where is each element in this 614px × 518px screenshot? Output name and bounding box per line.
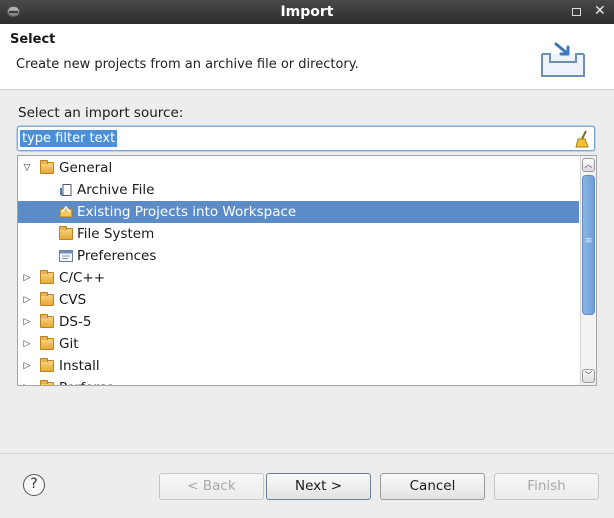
tree-item-cvs[interactable]: ▷ CVS: [18, 289, 579, 311]
preferences-icon: [59, 250, 73, 262]
button-bar-separator: [0, 453, 614, 454]
filter-selected-text: type filter text: [20, 130, 118, 147]
title-bar: Import ✕: [0, 0, 614, 24]
maximize-icon[interactable]: [572, 8, 581, 16]
cancel-button[interactable]: Cancel: [380, 473, 485, 500]
folder-icon: [40, 358, 54, 372]
scroll-up-icon[interactable]: ︿: [582, 158, 595, 172]
page-title: Select: [10, 32, 56, 47]
expand-arrow-icon[interactable]: ▷: [22, 355, 32, 377]
tree-item-general[interactable]: ▽ General: [18, 157, 579, 179]
tree-item-existing-projects[interactable]: Existing Projects into Workspace: [18, 201, 579, 223]
page-description: Create new projects from an archive file…: [16, 57, 359, 72]
finish-button[interactable]: Finish: [494, 473, 599, 500]
folder-icon: [40, 270, 54, 284]
help-icon[interactable]: ?: [23, 474, 45, 496]
back-button[interactable]: < Back: [159, 473, 264, 500]
tree-item-install[interactable]: ▷ Install: [18, 355, 579, 377]
folder-icon: [40, 336, 54, 350]
tree-item-archive-file[interactable]: Archive File: [18, 179, 579, 201]
import-source-tree[interactable]: ▽ General Archive File Existing Projects…: [17, 155, 597, 386]
tree-scrollbar[interactable]: ︿ ﹀: [580, 156, 596, 385]
scroll-thumb[interactable]: [582, 175, 595, 315]
expand-arrow-icon[interactable]: ▷: [22, 267, 32, 289]
tree-item-cpp[interactable]: ▷ C/C++: [18, 267, 579, 289]
folder-icon: [40, 292, 54, 306]
folder-open-icon: [40, 160, 54, 174]
tree-item-ds5[interactable]: ▷ DS-5: [18, 311, 579, 333]
folder-icon: [40, 380, 54, 385]
scroll-down-icon[interactable]: ﹀: [582, 369, 595, 383]
import-source-label: Select an import source:: [18, 105, 184, 121]
expand-arrow-icon[interactable]: ▷: [22, 311, 32, 333]
filter-field[interactable]: type filter text: [17, 126, 595, 151]
expand-arrow-icon[interactable]: ▷: [22, 289, 32, 311]
folder-icon: [40, 314, 54, 328]
tree-item-file-system[interactable]: File System: [18, 223, 579, 245]
wizard-header: Select Create new projects from an archi…: [0, 24, 614, 90]
tree-item-perforce[interactable]: ▷ Perforce: [18, 377, 579, 385]
expand-arrow-icon[interactable]: ▷: [22, 333, 32, 355]
archive-file-icon: [60, 184, 72, 196]
import-wizard-icon: [541, 42, 585, 77]
tree-item-preferences[interactable]: Preferences: [18, 245, 579, 267]
collapse-arrow-icon[interactable]: ▽: [22, 157, 32, 179]
existing-projects-icon: [59, 206, 73, 218]
close-icon[interactable]: ✕: [594, 3, 606, 19]
tree-item-git[interactable]: ▷ Git: [18, 333, 579, 355]
expand-arrow-icon[interactable]: ▷: [22, 377, 32, 385]
folder-icon: [59, 226, 73, 240]
next-button[interactable]: Next >: [266, 473, 371, 500]
broom-clear-icon[interactable]: [574, 130, 590, 148]
window-title: Import: [280, 4, 334, 20]
